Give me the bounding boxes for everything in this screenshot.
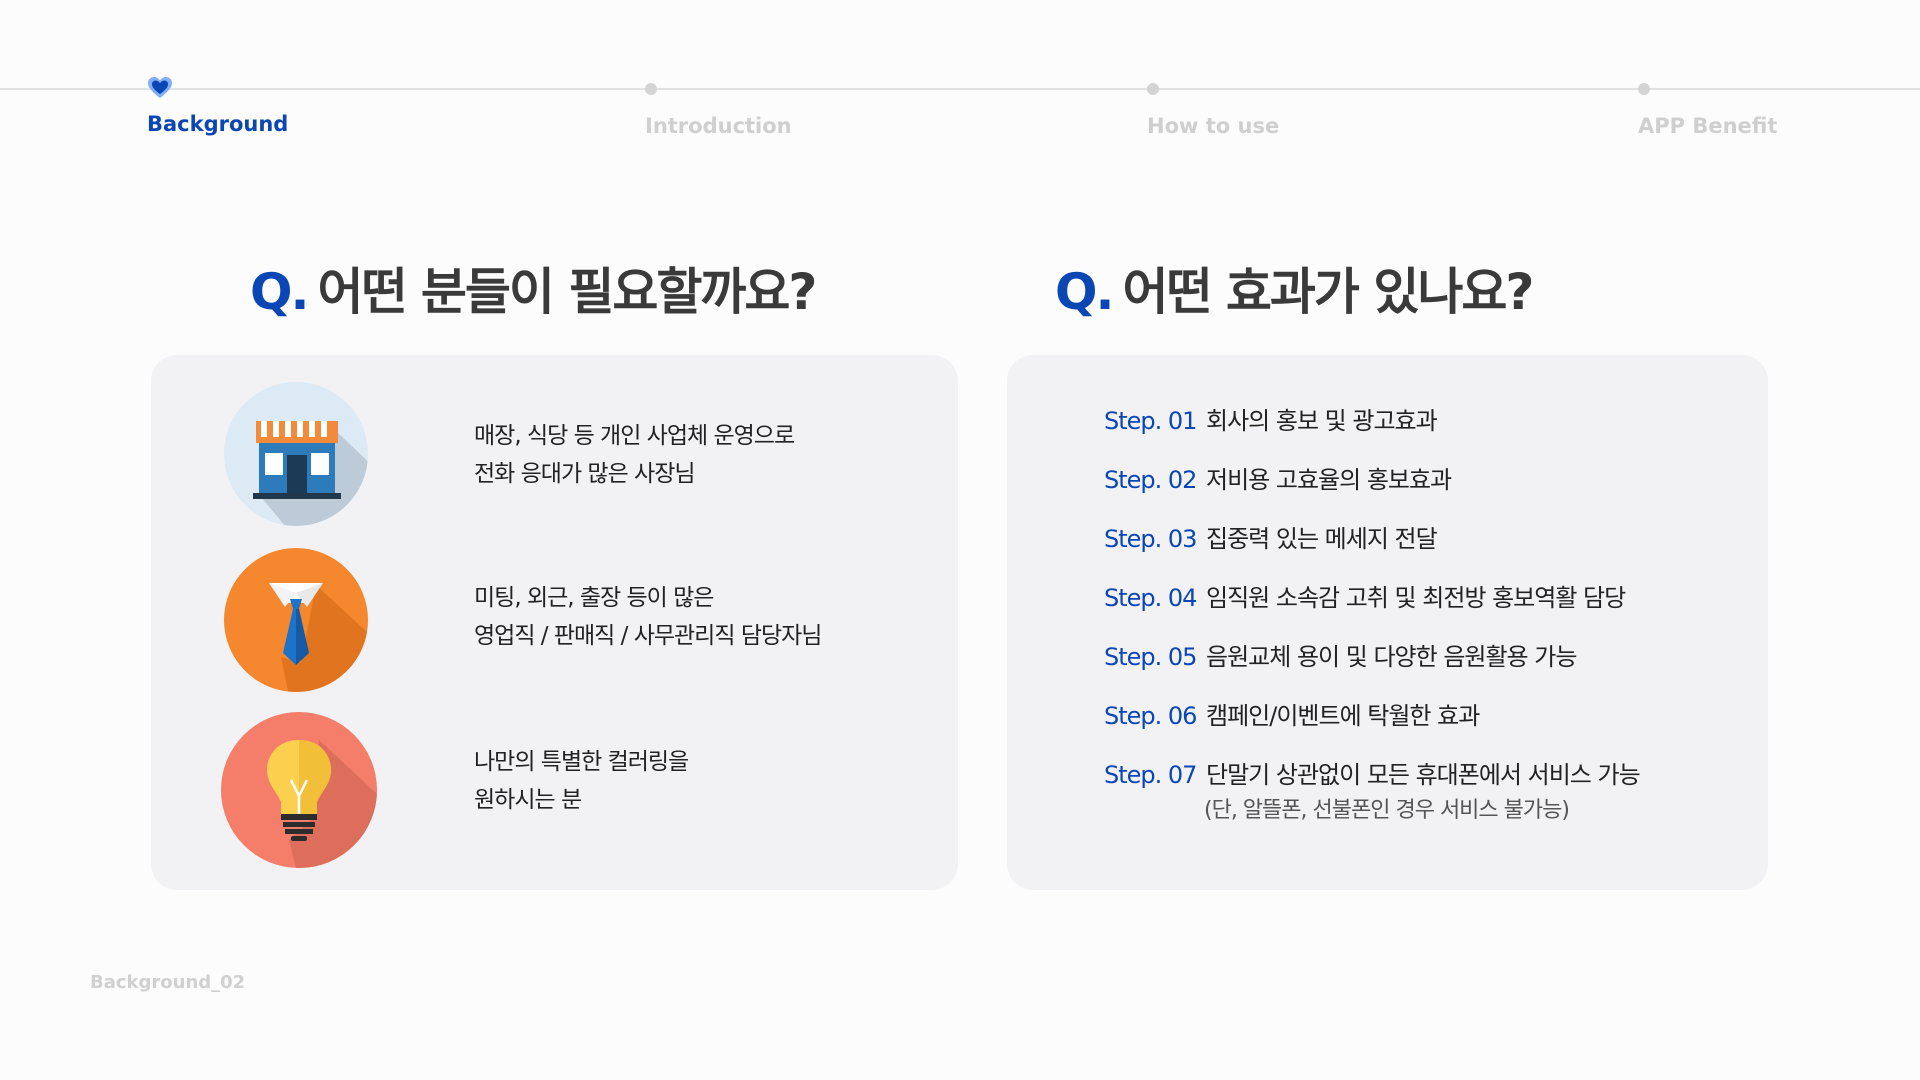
lightbulb-icon bbox=[221, 712, 377, 868]
who-line-1: 매장, 식당 등 개인 사업체 운영으로 bbox=[474, 423, 795, 449]
step-text: 저비용 고효율의 홍보효과 bbox=[1206, 466, 1452, 494]
who-text: 나만의 특별한 컬러링을 원하시는 분 bbox=[474, 743, 689, 819]
benefits-panel: Step. 01 회사의 홍보 및 광고효과 Step. 02 저비용 고효율의 홍… bbox=[1007, 355, 1768, 890]
step-label: Step. 04 bbox=[1104, 584, 1197, 612]
nav-label-introduction: Introduction bbox=[645, 114, 792, 138]
who-line-2: 영업직 / 판매직 / 사무관리직 담당자님 bbox=[474, 623, 822, 649]
who-text: 매장, 식당 등 개인 사업체 운영으로 전화 응대가 많은 사장님 bbox=[474, 417, 795, 493]
who-line-2: 원하시는 분 bbox=[474, 787, 582, 813]
page-footer: Background_02 bbox=[90, 972, 246, 993]
store-icon bbox=[224, 382, 368, 526]
step-text: 회사의 홍보 및 광고효과 bbox=[1206, 407, 1438, 435]
step-text: 단말기 상관없이 모든 휴대폰에서 서비스 가능 bbox=[1206, 761, 1641, 789]
step-row: Step. 04 임직원 소속감 고취 및 최전방 홍보역활 담당 bbox=[1104, 582, 1640, 641]
step-row: Step. 07 단말기 상관없이 모든 휴대폰에서 서비스 가능 (단, 알뜰폰… bbox=[1104, 759, 1641, 823]
target-users-panel: 매장, 식당 등 개인 사업체 운영으로 전화 응대가 많은 사장님 미팅, 외… bbox=[151, 355, 958, 890]
step-label: Step. 07 bbox=[1104, 761, 1197, 789]
who-line-2: 전화 응대가 많은 사장님 bbox=[474, 461, 696, 487]
nav-step-app-benefit[interactable]: APP Benefit bbox=[1638, 76, 1920, 156]
who-line-1: 나만의 특별한 컬러링을 bbox=[474, 749, 689, 775]
step-text: 음원교체 용이 및 다양한 음원활용 가능 bbox=[1206, 643, 1577, 671]
nav-dot bbox=[1147, 83, 1159, 95]
step-row: Step. 02 저비용 고효율의 홍보효과 bbox=[1104, 464, 1640, 523]
nav-label-background: Background bbox=[147, 112, 289, 136]
left-title-text: 어떤 분들이 필요할까요? bbox=[317, 263, 818, 321]
nav-step-background[interactable]: Background bbox=[147, 76, 447, 156]
nav-step-introduction[interactable]: Introduction bbox=[645, 76, 945, 156]
nav-dot bbox=[645, 83, 657, 95]
right-section-title: Q. 어떤 효과가 있나요? bbox=[1055, 252, 1535, 324]
step-text: 집중력 있는 메세지 전달 bbox=[1206, 525, 1438, 553]
step-list: Step. 01 회사의 홍보 및 광고효과 Step. 02 저비용 고효율의 홍… bbox=[1104, 405, 1641, 823]
who-text: 미팅, 외근, 출장 등이 많은 영업직 / 판매직 / 사무관리직 담당자님 bbox=[474, 579, 822, 655]
left-section-title: Q. 어떤 분들이 필요할까요? bbox=[250, 252, 818, 324]
list-item: 나만의 특별한 컬러링을 원하시는 분 bbox=[221, 710, 921, 868]
step-row: Step. 01 회사의 홍보 및 광고효과 bbox=[1104, 405, 1640, 464]
step-note: (단, 알뜰폰, 선불폰인 경우 서비스 불가능) bbox=[1204, 798, 1570, 823]
nav-dot bbox=[1638, 83, 1650, 95]
q-mark: Q. bbox=[250, 263, 309, 321]
step-text: 캠페인/이벤트에 탁월한 효과 bbox=[1206, 702, 1480, 730]
nav-step-how-to-use[interactable]: How to use bbox=[1147, 76, 1447, 156]
step-row: Step. 03 집중력 있는 메세지 전달 bbox=[1104, 523, 1640, 582]
step-label: Step. 01 bbox=[1104, 407, 1197, 435]
step-label: Step. 02 bbox=[1104, 466, 1197, 494]
who-line-1: 미팅, 외근, 출장 등이 많은 bbox=[474, 585, 714, 611]
step-row: Step. 05 음원교체 용이 및 다양한 음원활용 가능 bbox=[1104, 641, 1640, 700]
list-item: 매장, 식당 등 개인 사업체 운영으로 전화 응대가 많은 사장님 bbox=[221, 379, 921, 529]
step-label: Step. 06 bbox=[1104, 702, 1197, 730]
step-label: Step. 05 bbox=[1104, 643, 1197, 671]
q-mark: Q. bbox=[1055, 263, 1114, 321]
necktie-icon bbox=[224, 548, 368, 692]
list-item: 미팅, 외근, 출장 등이 많은 영업직 / 판매직 / 사무관리직 담당자님 bbox=[221, 545, 921, 695]
right-title-text: 어떤 효과가 있나요? bbox=[1122, 263, 1535, 321]
nav-label-app-benefit: APP Benefit bbox=[1638, 114, 1778, 138]
step-row: Step. 06 캠페인/이벤트에 탁월한 효과 bbox=[1104, 700, 1640, 759]
step-label: Step. 03 bbox=[1104, 525, 1197, 553]
step-text: 임직원 소속감 고취 및 최전방 홍보역활 담당 bbox=[1206, 584, 1626, 612]
nav-label-how-to-use: How to use bbox=[1147, 114, 1280, 138]
heart-icon bbox=[148, 77, 172, 98]
